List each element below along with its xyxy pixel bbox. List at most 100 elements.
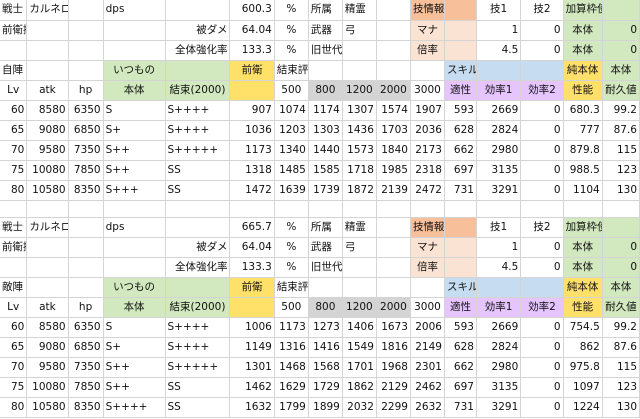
cell[interactable] bbox=[165, 200, 231, 218]
cell[interactable]: % bbox=[274, 237, 309, 258]
cell[interactable]: 10580 bbox=[26, 397, 69, 418]
cell[interactable]: 1200 bbox=[342, 297, 377, 318]
cell[interactable] bbox=[444, 40, 477, 61]
cell[interactable]: 2318 bbox=[410, 160, 445, 181]
cell[interactable] bbox=[602, 200, 640, 218]
cell[interactable]: 87.6 bbox=[602, 337, 640, 358]
cell[interactable]: 593 bbox=[444, 317, 477, 338]
cell[interactable]: 1462 bbox=[229, 377, 275, 398]
cell[interactable]: 1303 bbox=[308, 120, 343, 141]
cell[interactable]: 純本体 bbox=[563, 60, 603, 81]
cell[interactable]: 662 bbox=[444, 357, 477, 378]
cell[interactable]: 754.5 bbox=[563, 317, 603, 338]
cell[interactable]: % bbox=[274, 0, 309, 21]
cell[interactable] bbox=[308, 60, 343, 81]
cell[interactable]: 0 bbox=[520, 337, 564, 358]
cell[interactable]: dps bbox=[103, 0, 166, 21]
cell[interactable]: S+ bbox=[103, 337, 166, 358]
cell[interactable]: 本体 bbox=[602, 60, 640, 81]
cell[interactable]: 4.5 bbox=[476, 257, 522, 278]
cell[interactable]: 665.7 bbox=[229, 217, 275, 238]
cell[interactable] bbox=[308, 200, 343, 218]
cell[interactable]: 879.8 bbox=[563, 140, 603, 161]
cell[interactable]: S++++ bbox=[165, 100, 231, 121]
cell[interactable]: 2139 bbox=[376, 180, 411, 201]
cell[interactable] bbox=[342, 40, 377, 61]
cell[interactable] bbox=[229, 200, 275, 218]
cell[interactable]: 1629 bbox=[274, 377, 309, 398]
cell[interactable] bbox=[26, 60, 69, 81]
cell[interactable]: 628 bbox=[444, 337, 477, 358]
cell[interactable]: S bbox=[103, 317, 166, 338]
cell[interactable]: 6850 bbox=[68, 120, 104, 141]
cell[interactable]: S+++++ bbox=[165, 140, 231, 161]
cell[interactable]: 1472 bbox=[229, 180, 275, 201]
cell[interactable]: 662 bbox=[444, 140, 477, 161]
cell[interactable]: 弓 bbox=[342, 20, 377, 41]
cell[interactable]: Lv bbox=[0, 80, 28, 101]
cell[interactable]: 1174 bbox=[308, 100, 343, 121]
cell[interactable] bbox=[444, 0, 477, 21]
cell[interactable]: S+++++ bbox=[165, 357, 231, 378]
cell[interactable]: 技2 bbox=[520, 217, 564, 238]
cell[interactable]: 1639 bbox=[274, 180, 309, 201]
cell[interactable]: 1203 bbox=[274, 120, 309, 141]
cell[interactable]: 技1 bbox=[476, 217, 522, 238]
cell[interactable]: 99.2 bbox=[602, 317, 640, 338]
cell[interactable]: 純本体 bbox=[563, 277, 603, 298]
cell[interactable]: 敵陣 bbox=[0, 277, 28, 298]
cell[interactable]: 結束(2000) bbox=[165, 297, 231, 318]
cell[interactable] bbox=[26, 200, 69, 218]
cell[interactable]: 耐久値 bbox=[602, 297, 640, 318]
cell[interactable] bbox=[26, 40, 69, 61]
cell[interactable]: atk bbox=[26, 297, 69, 318]
cell[interactable]: 2036 bbox=[410, 120, 445, 141]
cell[interactable]: 731 bbox=[444, 397, 477, 418]
cell[interactable]: 133.3 bbox=[229, 257, 275, 278]
cell[interactable]: 75 bbox=[0, 160, 28, 181]
cell[interactable]: 1485 bbox=[274, 160, 309, 181]
cell[interactable]: 2000 bbox=[376, 297, 411, 318]
cell[interactable]: 988.5 bbox=[563, 160, 603, 181]
cell[interactable] bbox=[26, 277, 69, 298]
cell[interactable]: 1816 bbox=[376, 337, 411, 358]
cell[interactable]: 115 bbox=[602, 140, 640, 161]
cell[interactable]: 加算枠使用率 bbox=[563, 217, 603, 238]
cell[interactable]: 前衛 bbox=[229, 277, 275, 298]
cell[interactable]: 1701 bbox=[342, 357, 377, 378]
cell[interactable]: 0 bbox=[602, 237, 640, 258]
cell[interactable]: 2472 bbox=[410, 180, 445, 201]
cell[interactable]: 500 bbox=[274, 80, 309, 101]
cell[interactable]: 123 bbox=[602, 160, 640, 181]
cell[interactable]: 777 bbox=[563, 120, 603, 141]
cell[interactable] bbox=[0, 200, 28, 218]
cell[interactable]: % bbox=[274, 217, 309, 238]
cell[interactable]: 技情報 bbox=[410, 0, 445, 21]
cell[interactable]: 0 bbox=[520, 357, 564, 378]
cell[interactable]: カルネロ bbox=[26, 217, 69, 238]
cell[interactable]: 0 bbox=[602, 20, 640, 41]
cell[interactable] bbox=[0, 40, 28, 61]
cell[interactable] bbox=[342, 60, 377, 81]
cell[interactable] bbox=[103, 237, 166, 258]
cell[interactable] bbox=[602, 217, 640, 238]
cell[interactable]: 被ダメ bbox=[165, 237, 231, 258]
cell[interactable] bbox=[342, 200, 377, 218]
cell[interactable]: SS bbox=[165, 377, 231, 398]
cell[interactable] bbox=[476, 60, 522, 81]
cell[interactable]: 1573 bbox=[342, 140, 377, 161]
cell[interactable]: S++ bbox=[103, 377, 166, 398]
cell[interactable] bbox=[376, 217, 411, 238]
cell[interactable] bbox=[376, 20, 411, 41]
cell[interactable]: 7350 bbox=[68, 140, 104, 161]
cell[interactable]: 1224 bbox=[563, 397, 603, 418]
cell[interactable] bbox=[26, 237, 69, 258]
cell[interactable] bbox=[444, 217, 477, 238]
cell[interactable]: 効率1 bbox=[476, 80, 522, 101]
cell[interactable]: 性能 bbox=[563, 297, 603, 318]
cell[interactable]: 1968 bbox=[376, 357, 411, 378]
cell[interactable]: 628 bbox=[444, 120, 477, 141]
cell[interactable]: 0 bbox=[520, 40, 564, 61]
cell[interactable]: 1985 bbox=[376, 160, 411, 181]
cell[interactable] bbox=[376, 40, 411, 61]
